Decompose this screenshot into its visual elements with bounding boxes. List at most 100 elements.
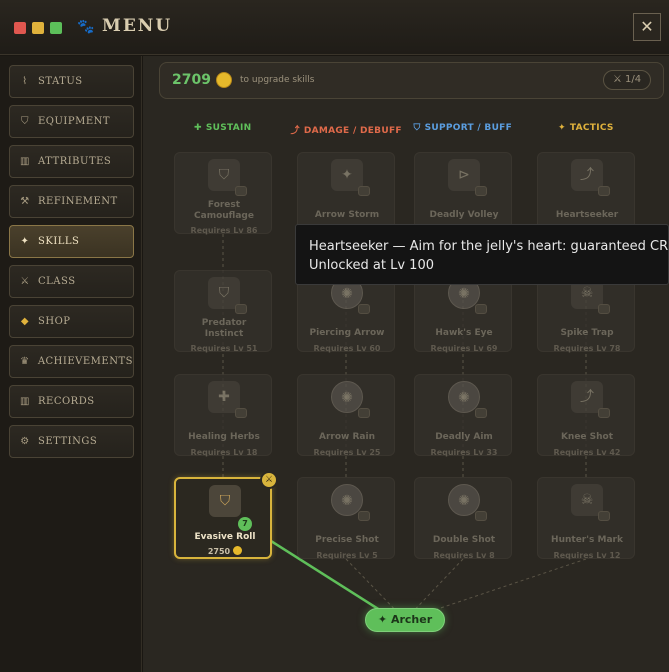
skill-requirement-row: Requires Lv 12	[538, 551, 636, 560]
close-button[interactable]: ✕	[633, 13, 661, 41]
sidebar-item-label: REFINEMENT	[38, 196, 118, 207]
lock-icon	[358, 511, 370, 521]
tooltip-description: Heartseeker — Aim for the jelly's heart:…	[309, 239, 669, 254]
skill-card-predator-instinct[interactable]: ⛉ Predator Instinct Requires Lv 51	[174, 270, 272, 353]
sidebar-item-skills[interactable]: ✦ SKILLS	[9, 225, 134, 258]
skill-name: Predator Instinct	[201, 318, 247, 339]
skill-name: Deadly Volley	[429, 210, 499, 220]
column-header-2: ⛉ SUPPORT / BUFF	[414, 123, 513, 133]
sidebar-item-settings[interactable]: ⚙ SETTINGS	[9, 425, 134, 458]
sidebar-item-label: CLASS	[38, 276, 76, 287]
skill-tooltip: Heartseeker — Aim for the jelly's heart:…	[295, 224, 669, 285]
skill-name: Evasive Roll	[194, 532, 256, 542]
skill-name: Hawk's Eye	[435, 328, 493, 338]
sidebar-item-status[interactable]: ⌇ STATUS	[9, 65, 134, 98]
skill-card-heartseeker[interactable]: ⤴HeartseekerRequires Lv 100	[537, 152, 635, 235]
skill-requirement-row: Requires Lv 86	[175, 226, 273, 235]
lock-icon	[235, 304, 247, 314]
skill-card-deadly-aim[interactable]: ✺ Deadly Aim Requires Lv 33	[414, 374, 513, 457]
shield-icon: ⛉	[21, 116, 29, 127]
skill-requirement-row: Requires Lv 8	[415, 551, 513, 560]
window-close-dot[interactable]	[14, 22, 26, 34]
lock-icon	[598, 408, 610, 418]
sidebar-item-label: SETTINGS	[38, 436, 98, 447]
skill-name: Arrow Rain	[319, 432, 375, 442]
column-header-0: ✚ SUSTAIN	[194, 123, 252, 133]
skill-name: Forest Camouflage	[194, 200, 254, 221]
sidebar-item-refinement[interactable]: ⚒ REFINEMENT	[9, 185, 134, 218]
skill-card-knee-shot[interactable]: ⤴ Knee Shot Requires Lv 42	[537, 374, 636, 457]
sidebar-item-shop[interactable]: ◆ SHOP	[9, 305, 134, 338]
sidebar-item-label: STATUS	[38, 76, 83, 87]
skills-panel: 2709 to upgrade skills ⚔ 1/4 ✦ Archer ✚ S…	[143, 56, 669, 672]
title-bar: 🐾 MENU ✕	[0, 0, 669, 55]
crossed-swords-icon[interactable]: ⚔	[260, 471, 278, 489]
skill-name: Hunter's Mark	[551, 535, 623, 545]
skill-name: Deadly Aim	[435, 432, 493, 442]
skill-card-arrow-storm[interactable]: ✦Arrow StormRequires Lv 92	[297, 152, 395, 235]
sparkle-icon: ✦	[377, 613, 388, 626]
column-label: DAMAGE / DEBUFF	[303, 126, 402, 136]
lock-icon	[475, 186, 487, 196]
sidebar-item-label: ATTRIBUTES	[38, 156, 112, 167]
coin-icon	[233, 546, 243, 555]
skill-requirement-row: Requires Lv 60	[298, 344, 396, 353]
skill-requirement: Requires Lv 5	[316, 551, 378, 560]
bar-chart-icon: ▥	[20, 156, 30, 167]
skill-requirement-row: 2750	[176, 546, 274, 556]
skill-requirement-row: Requires Lv 33	[415, 448, 513, 457]
sidebar-item-records[interactable]: ▥ RECORDS	[9, 385, 134, 418]
skill-requirement: Requires Lv 18	[190, 448, 258, 457]
skill-cost: 2750	[207, 547, 231, 556]
window-maximize-dot[interactable]	[50, 22, 62, 34]
lock-icon	[358, 186, 370, 196]
skill-requirement-row: Requires Lv 18	[175, 448, 273, 457]
window-title: MENU	[102, 16, 173, 36]
skill-requirement: Requires Lv 86	[190, 226, 258, 235]
sidebar-item-attributes[interactable]: ▥ ATTRIBUTES	[9, 145, 134, 178]
tooltip-unlock-level: Unlocked at Lv 100	[309, 258, 434, 273]
sparkle-icon: ✦	[20, 236, 30, 247]
column-label: SUPPORT / BUFF	[424, 123, 513, 133]
skill-requirement-row: Requires Lv 5	[298, 551, 396, 560]
skill-card-double-shot[interactable]: ✺ Double Shot Requires Lv 8	[414, 477, 513, 560]
skill-requirement: Requires Lv 69	[430, 344, 498, 353]
sidebar-item-equipment[interactable]: ⛉ EQUIPMENT	[9, 105, 134, 138]
skill-level-badge: 7	[238, 517, 252, 531]
sidebar-item-label: SHOP	[38, 316, 71, 327]
skill-name: Heartseeker	[555, 210, 619, 220]
skill-name: Knee Shot	[560, 432, 614, 442]
skill-requirement: Requires Lv 60	[313, 344, 381, 353]
lock-icon	[475, 511, 487, 521]
class-node-archer[interactable]: ✦ Archer	[365, 608, 445, 632]
sidebar-item-achievements[interactable]: ♛ ACHIEVEMENTS	[9, 345, 134, 378]
lock-icon	[475, 304, 487, 314]
skill-card-arrow-rain[interactable]: ✺ Arrow Rain Requires Lv 25	[297, 374, 396, 457]
skill-card-forest-camouflage[interactable]: ⛉ Forest Camouflage Requires Lv 86	[174, 152, 273, 235]
column-icon: ✦	[558, 123, 566, 133]
skill-card-healing-herbs[interactable]: ✚ Healing Herbs Requires Lv 18	[174, 374, 273, 457]
skill-name: Spike Trap	[560, 328, 614, 338]
column-icon: ⛉	[413, 123, 421, 133]
column-icon: ✚	[194, 123, 202, 133]
column-label: TACTICS	[569, 123, 614, 133]
skill-card-hunter-s-mark[interactable]: ☠ Hunter's Mark Requires Lv 12	[537, 477, 636, 560]
lock-icon	[235, 186, 247, 196]
paw-icon: 🐾	[77, 19, 95, 35]
skill-requirement-row: Requires Lv 42	[538, 448, 636, 457]
column-header-3: ✦ TACTICS	[558, 123, 614, 133]
sidebar-item-class[interactable]: ⚔ CLASS	[9, 265, 134, 298]
skill-requirement-row: Requires Lv 69	[415, 344, 513, 353]
skill-requirement: Requires Lv 12	[553, 551, 621, 560]
skill-requirement-row: Requires Lv 25	[298, 448, 396, 457]
skill-card-deadly-volley[interactable]: ⊳Deadly VolleyRequires Lv 97	[414, 152, 512, 235]
skill-name: Healing Herbs	[188, 432, 260, 442]
crossed-swords-icon: ⚔	[20, 276, 30, 287]
skill-card-precise-shot[interactable]: ✺ Precise Shot Requires Lv 5	[297, 477, 396, 560]
trophy-icon: ♛	[20, 356, 30, 367]
window-minimize-dot[interactable]	[32, 22, 44, 34]
skill-card-evasive-roll[interactable]: ⛉ Evasive Roll 2750 7 ⚔	[174, 471, 278, 559]
lock-icon	[358, 408, 370, 418]
skill-requirement: Requires Lv 8	[433, 551, 495, 560]
skill-requirement: Requires Lv 78	[553, 344, 621, 353]
